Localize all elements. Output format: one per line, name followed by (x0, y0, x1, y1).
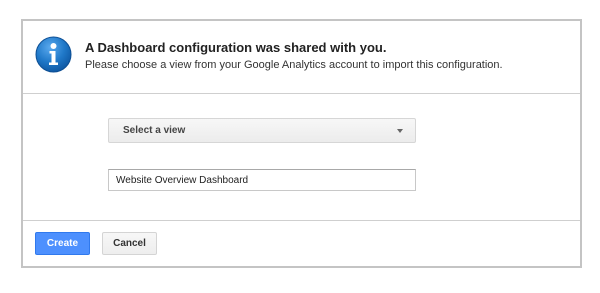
view-select-label: Select a view (123, 125, 186, 136)
dialog-header: A Dashboard configuration was shared wit… (23, 21, 580, 94)
footer-divider (23, 220, 580, 221)
chevron-down-icon (397, 129, 403, 133)
create-button[interactable]: Create (35, 232, 90, 255)
view-select-dropdown[interactable]: Select a view (108, 118, 416, 143)
dashboard-name-input[interactable] (108, 169, 416, 191)
cancel-button[interactable]: Cancel (102, 232, 157, 255)
header-divider (23, 93, 580, 94)
dialog-subtitle: Please choose a view from your Google An… (85, 59, 503, 71)
dialog-title: A Dashboard configuration was shared wit… (85, 40, 387, 55)
info-icon (35, 36, 72, 73)
share-dialog: A Dashboard configuration was shared wit… (21, 19, 582, 268)
